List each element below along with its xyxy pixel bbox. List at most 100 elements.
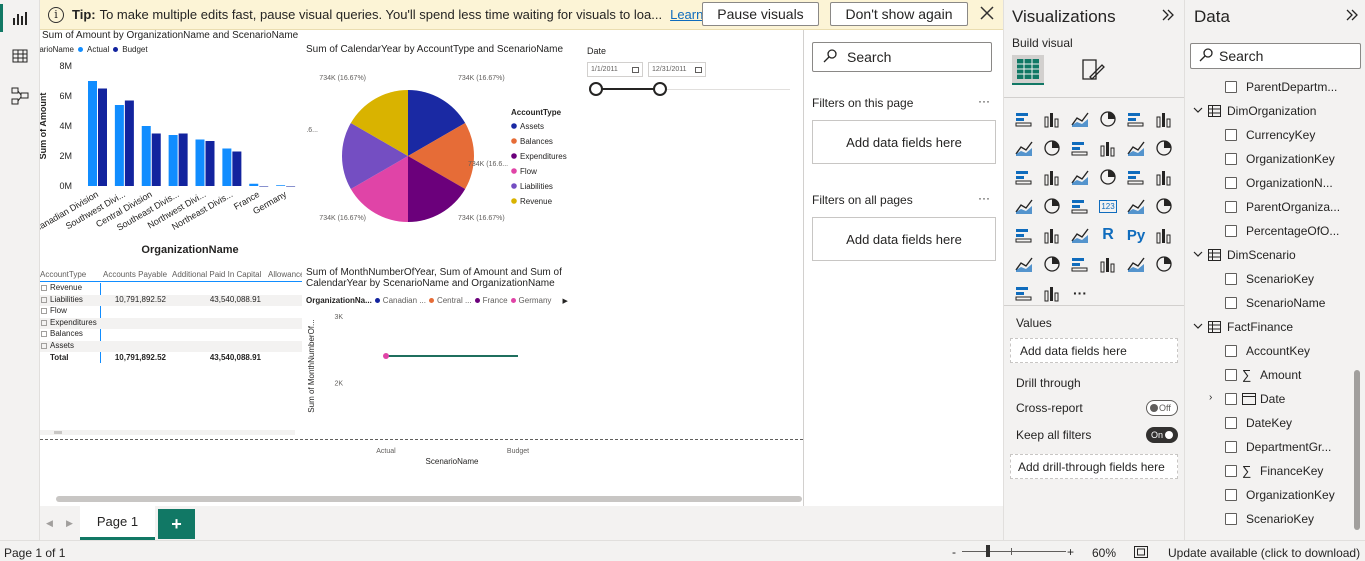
field-checkbox[interactable]: [1225, 129, 1237, 141]
table-node[interactable]: DimOrganization: [1185, 102, 1355, 122]
expand-icon[interactable]: [41, 331, 47, 337]
field-checkbox[interactable]: [1225, 513, 1237, 525]
kpi-icon[interactable]: [1153, 195, 1175, 217]
line-clustered-column-icon[interactable]: [1125, 137, 1147, 159]
zoom-slider-thumb[interactable]: [986, 545, 990, 557]
tab-page-1[interactable]: Page 1: [80, 506, 155, 540]
field-checkbox[interactable]: [1225, 369, 1237, 381]
filter-search-input[interactable]: Search: [812, 42, 992, 72]
ribbon-chart-icon[interactable]: [1153, 137, 1175, 159]
expand-icon[interactable]: [41, 296, 47, 303]
field-checkbox[interactable]: [1225, 201, 1237, 213]
field-item[interactable]: ScenarioKey: [1185, 510, 1355, 530]
clustered-bar-chart-icon[interactable]: [1069, 108, 1091, 130]
table-node[interactable]: DimScenario: [1185, 246, 1355, 266]
bar-chart[interactable]: 8M6M4M2M0MSum of AmountCanadian Division…: [40, 56, 300, 262]
treemap-icon[interactable]: [1153, 166, 1175, 188]
dont-show-again-button[interactable]: Don't show again: [830, 2, 968, 26]
field-item[interactable]: ScenarioKey: [1185, 270, 1355, 290]
matrix-scroll-thumb[interactable]: [54, 431, 62, 434]
canvas-scrollbar[interactable]: [56, 496, 802, 502]
python-visual-icon[interactable]: Py: [1125, 224, 1147, 246]
field-item[interactable]: › Date: [1185, 390, 1355, 410]
bar-actual[interactable]: [168, 135, 178, 186]
line-point[interactable]: [383, 353, 389, 359]
table-view-icon[interactable]: [8, 44, 32, 68]
bar-actual[interactable]: [114, 105, 124, 186]
field-item[interactable]: DateKey: [1185, 414, 1355, 434]
field-item[interactable]: ∑ FinanceKey: [1185, 462, 1355, 482]
report-canvas[interactable]: Sum of Amount by OrganizationName and Sc…: [40, 30, 803, 506]
more-options-icon[interactable]: ···: [978, 191, 990, 205]
bar-budget[interactable]: [151, 133, 161, 187]
expand-icon[interactable]: [41, 342, 47, 349]
paginated-report-icon[interactable]: [1069, 253, 1091, 275]
bar-actual[interactable]: [249, 183, 259, 186]
prev-page-icon[interactable]: ◀: [46, 518, 53, 529]
slicer-icon[interactable]: [1013, 224, 1035, 246]
matrix-row[interactable]: Assets: [40, 340, 302, 352]
field-item[interactable]: OrganizationN...: [1185, 174, 1355, 194]
field-checkbox[interactable]: [1225, 153, 1237, 165]
field-item[interactable]: AccountKey: [1185, 342, 1355, 362]
field-item[interactable]: ParentOrganiza...: [1185, 198, 1355, 218]
matrix-row[interactable]: Balances: [40, 329, 302, 340]
stacked-area-icon[interactable]: [1069, 137, 1091, 159]
donut-chart-icon[interactable]: [1125, 166, 1147, 188]
bar-actual[interactable]: [222, 148, 232, 187]
report-view-icon[interactable]: [8, 6, 32, 30]
pie-chart-icon[interactable]: [1097, 166, 1119, 188]
multi-row-card-icon[interactable]: [1125, 195, 1147, 217]
bar-actual[interactable]: [276, 185, 286, 186]
field-checkbox[interactable]: [1225, 393, 1237, 405]
field-checkbox[interactable]: [1225, 417, 1237, 429]
pause-visuals-button[interactable]: Pause visuals: [702, 2, 819, 26]
model-view-icon[interactable]: [8, 84, 32, 108]
field-item[interactable]: ScenarioName: [1185, 294, 1355, 314]
zoom-out-button[interactable]: -: [952, 545, 956, 559]
field-item[interactable]: OrganizationKey: [1185, 150, 1355, 170]
keep-filters-toggle[interactable]: On: [1146, 427, 1178, 443]
field-item[interactable]: ParentDepartm...: [1185, 78, 1355, 98]
more-options-icon[interactable]: ···: [978, 94, 990, 108]
smart-narrative-icon[interactable]: [1125, 253, 1147, 275]
bar-budget[interactable]: [259, 186, 269, 187]
table-icon[interactable]: [1041, 224, 1063, 246]
decomposition-tree-icon[interactable]: [1013, 253, 1035, 275]
r-visual-icon[interactable]: R: [1097, 224, 1119, 246]
expand-icon[interactable]: [41, 308, 47, 314]
slicer-end-handle[interactable]: [653, 82, 667, 96]
waterfall-chart-icon[interactable]: [1013, 166, 1035, 188]
field-item[interactable]: PercentageOfO...: [1185, 222, 1355, 242]
field-item[interactable]: OrganizationKey: [1185, 486, 1355, 506]
field-checkbox[interactable]: [1225, 465, 1237, 477]
field-checkbox[interactable]: [1225, 81, 1237, 93]
field-list-scrollbar[interactable]: [1354, 370, 1360, 530]
more-visuals-icon[interactable]: ···: [1069, 282, 1091, 304]
field-checkbox[interactable]: [1225, 225, 1237, 237]
field-checkbox[interactable]: [1225, 345, 1237, 357]
key-influencers-icon[interactable]: [1153, 224, 1175, 246]
bar-budget[interactable]: [205, 141, 215, 186]
matrix-row[interactable]: Flow: [40, 306, 302, 317]
card-icon[interactable]: 123: [1097, 195, 1119, 217]
scatter-chart-icon[interactable]: [1069, 166, 1091, 188]
line-chart-icon[interactable]: [1013, 137, 1035, 159]
build-visual-tab[interactable]: [1012, 55, 1044, 85]
collapse-pane-icon[interactable]: [1345, 8, 1359, 25]
slicer-start-input[interactable]: 1/1/2011: [587, 62, 643, 77]
matrix-row[interactable]: Liabilities 10,791,892.52 43,540,088.91: [40, 294, 302, 306]
bar-actual[interactable]: [88, 81, 97, 186]
matrix-visual[interactable]: AccountType Accounts Payable Additional …: [40, 268, 302, 438]
100-stacked-bar-icon[interactable]: [1125, 108, 1147, 130]
field-checkbox[interactable]: [1225, 489, 1237, 501]
field-checkbox[interactable]: [1225, 177, 1237, 189]
update-available-link[interactable]: Update available (click to download): [1168, 546, 1360, 560]
qa-icon[interactable]: [1041, 253, 1063, 275]
field-item[interactable]: ∑ Amount: [1185, 366, 1355, 386]
chevron-right-icon[interactable]: ›: [1209, 392, 1212, 403]
chevron-down-icon[interactable]: [1193, 104, 1203, 118]
filled-map-icon[interactable]: [1041, 195, 1063, 217]
line-chart[interactable]: 3K 2K Sum of MonthNumberOf... Actual Budget S…: [306, 306, 576, 468]
matrix-scrollbar[interactable]: [40, 430, 295, 435]
